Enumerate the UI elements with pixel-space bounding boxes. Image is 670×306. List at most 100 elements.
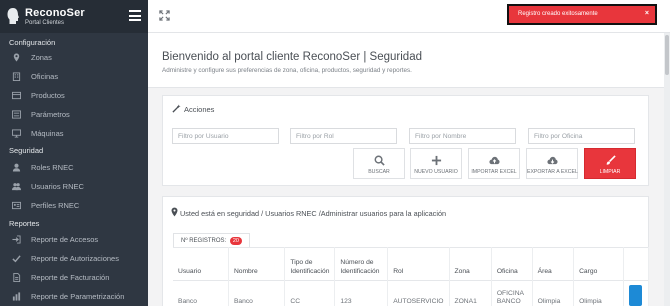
records-count-tab[interactable]: Nº REGISTROS: 20: [173, 233, 250, 248]
sidebar-item-usuarios-rnec[interactable]: Usuarios RNEC: [0, 177, 148, 196]
file-icon: [13, 273, 21, 282]
sidebar-item-oficinas[interactable]: Oficinas: [0, 67, 148, 86]
users-panel: Usted está en seguridad / Usuarios RNEC …: [162, 196, 650, 306]
expand-icon[interactable]: [159, 10, 170, 21]
clear-button-label: LIMPIAR: [599, 169, 621, 175]
toast-close-button[interactable]: ×: [645, 10, 649, 17]
sidebar-item-label: Zonas: [31, 53, 52, 62]
filter-oficina-input[interactable]: [528, 128, 635, 144]
sidebar-item-maquinas[interactable]: Máquinas: [0, 124, 148, 143]
actions-title: Acciones: [172, 104, 214, 114]
sidebar-item-label: Reporte de Accesos: [31, 235, 99, 244]
page-scrollbar[interactable]: [664, 33, 670, 306]
brand-name: ReconoSer: [25, 7, 85, 19]
actions-title-label: Acciones: [184, 105, 215, 114]
sidebar-item-label: Oficinas: [31, 72, 59, 81]
users-table: Usuario Nombre Tipo de Identificación Nú…: [173, 247, 650, 306]
table-row[interactable]: Banco Banco CC 123 AUTOSERVICIO ZONA1 OF…: [173, 280, 650, 306]
sidebar: ReconoSer Portal Clientes Configuración …: [0, 0, 148, 306]
column-header-zona[interactable]: Zona: [449, 247, 492, 281]
brand-header: ReconoSer Portal Clientes: [0, 0, 148, 33]
logo-icon: [7, 8, 19, 24]
cell-nombre: Banco: [228, 280, 286, 306]
cell-cargo: Olimpia: [573, 280, 624, 306]
export-excel-button[interactable]: EXPORTAR A EXCEL: [526, 148, 578, 179]
brand-subtitle: Portal Clientes: [25, 20, 65, 26]
magic-wand-icon: [172, 104, 181, 113]
top-bar: Registro creado exitosamente ×: [148, 0, 670, 33]
filter-usuario-input[interactable]: [172, 128, 279, 144]
sidebar-item-reporte-autorizaciones[interactable]: Reporte de Autorizaciones: [0, 249, 148, 268]
sidebar-item-zonas[interactable]: Zonas: [0, 48, 148, 67]
column-header-cargo[interactable]: Cargo: [573, 247, 624, 281]
sidebar-item-label: Reporte de Parametrización: [31, 292, 125, 301]
sidebar-item-label: Productos: [31, 91, 65, 100]
section-title-seguridad: Seguridad: [9, 146, 44, 155]
section-title-reportes: Reportes: [9, 219, 40, 228]
check-icon: [12, 255, 21, 263]
cell-oficina: OFICINA BANCO: [491, 280, 533, 306]
row-action-button[interactable]: [629, 285, 642, 306]
column-header-usuario[interactable]: Usuario: [173, 247, 229, 281]
signin-icon: [12, 235, 21, 244]
cloud-download-icon: [546, 156, 558, 165]
plus-icon: [431, 155, 441, 166]
brush-icon: [606, 155, 616, 165]
import-excel-button-label: IMPORTAR EXCEL: [471, 169, 517, 175]
cell-rol: AUTOSERVICIO: [387, 280, 450, 306]
column-header-rol[interactable]: Rol: [387, 247, 450, 281]
column-header-actions: [623, 247, 650, 281]
cell-tipo-identificacion: CC: [284, 280, 336, 306]
new-user-button[interactable]: NUEVO USUARIO: [410, 148, 462, 179]
filter-rol-input[interactable]: [290, 128, 397, 144]
sidebar-item-roles-rnec[interactable]: Roles RNEC: [0, 158, 148, 177]
sidebar-item-perfiles-rnec[interactable]: Perfiles RNEC: [0, 196, 148, 215]
breadcrumb-text: Usted está en seguridad / Usuarios RNEC …: [180, 209, 447, 218]
import-excel-button[interactable]: IMPORTAR EXCEL: [468, 148, 520, 179]
users-icon: [12, 183, 21, 191]
search-icon: [374, 155, 385, 166]
page-header: Bienvenido al portal cliente ReconoSer |…: [148, 33, 666, 88]
column-header-numero-identificacion[interactable]: Número de Identificación: [334, 247, 389, 281]
sidebar-item-parametros[interactable]: Parámetros: [0, 105, 148, 124]
id-card-icon: [12, 201, 21, 210]
map-marker-icon: [13, 53, 20, 62]
actions-panel: Acciones BUSCAR NUEVO USUARIO IMPORTAR E…: [162, 95, 649, 186]
column-header-area[interactable]: Área: [532, 247, 575, 281]
chart-icon: [12, 292, 21, 301]
clear-button[interactable]: LIMPIAR: [584, 148, 636, 179]
export-excel-button-label: EXPORTAR A EXCEL: [527, 169, 578, 175]
search-button-label: BUSCAR: [368, 169, 390, 175]
sidebar-item-label: Usuarios RNEC: [31, 182, 84, 191]
toast-message: Registro creado exitosamente: [518, 11, 598, 17]
sidebar-item-reporte-accesos[interactable]: Reporte de Accesos: [0, 230, 148, 249]
cloud-upload-icon: [488, 156, 500, 165]
page-subtitle: Administre y configure sus preferencias …: [162, 67, 412, 74]
building-icon: [12, 72, 21, 81]
search-button[interactable]: BUSCAR: [353, 148, 405, 179]
breadcrumb: Usted está en seguridad / Usuarios RNEC …: [171, 207, 446, 218]
column-header-tipo-identificacion[interactable]: Tipo de Identificación: [284, 247, 336, 281]
sliders-icon: [12, 110, 21, 119]
sidebar-item-label: Reporte de Facturación: [31, 273, 110, 282]
sidebar-item-label: Máquinas: [31, 129, 64, 138]
page-title: Bienvenido al portal cliente ReconoSer |…: [162, 51, 422, 63]
filter-nombre-input[interactable]: [409, 128, 516, 144]
sidebar-item-label: Parámetros: [31, 110, 70, 119]
column-header-nombre[interactable]: Nombre: [228, 247, 286, 281]
column-header-oficina[interactable]: Oficina: [491, 247, 533, 281]
sidebar-item-label: Reporte de Autorizaciones: [31, 254, 119, 263]
success-toast: Registro creado exitosamente ×: [507, 4, 657, 25]
menu-toggle-icon[interactable]: [129, 10, 141, 21]
sidebar-item-reporte-parametrizacion[interactable]: Reporte de Parametrización: [0, 287, 148, 306]
map-marker-icon: [171, 207, 178, 217]
cell-numero-identificacion: 123: [334, 280, 389, 306]
sidebar-item-label: Roles RNEC: [31, 163, 74, 172]
box-icon: [12, 91, 21, 100]
cell-zona: ZONA1: [449, 280, 492, 306]
table-header-row: Usuario Nombre Tipo de Identificación Nú…: [173, 247, 650, 281]
sidebar-item-reporte-facturacion[interactable]: Reporte de Facturación: [0, 268, 148, 287]
scrollbar-thumb[interactable]: [665, 35, 669, 75]
cell-area: Olimpia: [532, 280, 575, 306]
sidebar-item-productos[interactable]: Productos: [0, 86, 148, 105]
